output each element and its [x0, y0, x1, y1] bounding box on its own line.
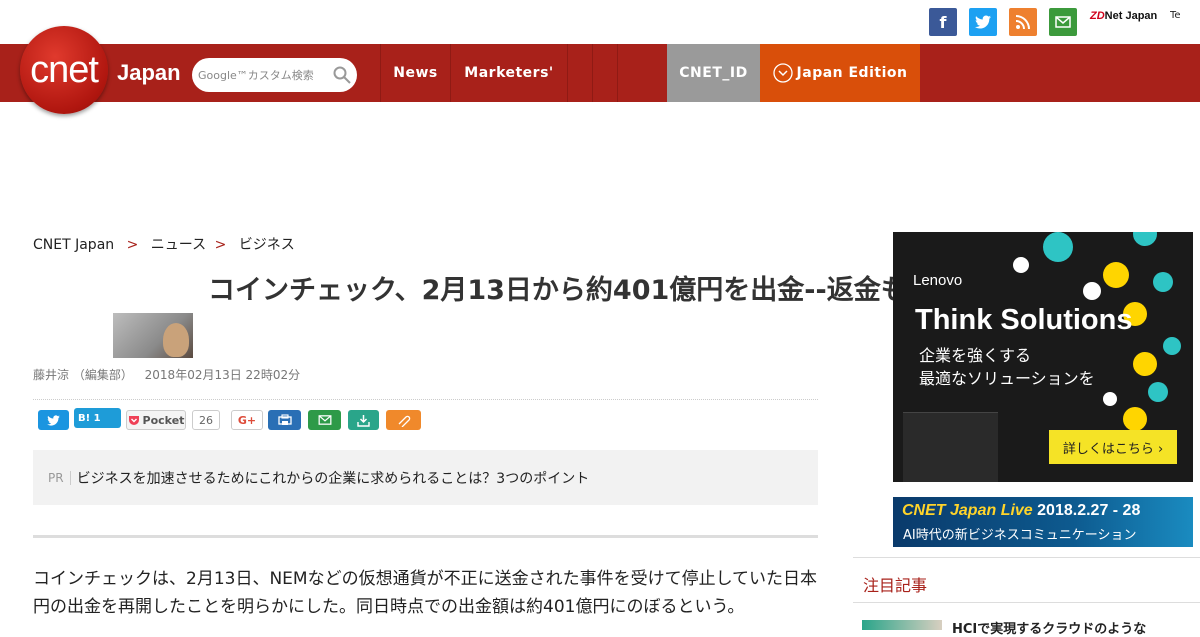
lenovo-brand: Lenovo — [913, 272, 963, 289]
article-meta: 藤井涼 （編集部） 2018年02月13日 22時02分 — [33, 366, 300, 383]
pocket-icon — [128, 415, 139, 425]
sidebar-thumbnail[interactable] — [862, 620, 942, 630]
share-twitter-button[interactable] — [38, 410, 69, 430]
pr-tag: PR — [48, 470, 71, 485]
live-sub: AI時代の新ビジネスコミュニケーション — [903, 528, 1137, 543]
nav-item-4[interactable] — [592, 44, 617, 102]
divider — [33, 535, 818, 538]
nav-marketers[interactable]: Marketers' — [450, 44, 567, 102]
zdnet-logo[interactable]: ZDNet Japan — [1090, 10, 1157, 22]
facebook-icon[interactable]: f — [929, 8, 957, 36]
divider — [33, 399, 818, 400]
lenovo-headline: Think Solutions — [915, 304, 1133, 336]
sidebar-section-title: 注目記事 — [853, 557, 1200, 603]
mail-icon — [318, 415, 331, 425]
pocket-label: Pocket — [142, 413, 185, 427]
breadcrumb-separator: > — [126, 237, 139, 253]
edition-button[interactable]: Japan Edition — [760, 44, 920, 102]
twitter-icon — [47, 414, 60, 426]
nav-news[interactable]: News — [380, 44, 450, 102]
techrepublic-logo[interactable]: Te — [1170, 10, 1200, 21]
live-date: 2018.2.27 - 28 — [1037, 502, 1141, 519]
lenovo-ad[interactable]: Lenovo Think Solutions 企業を強くする 最適なソリューショ… — [893, 232, 1193, 482]
share-pocket-button[interactable]: Pocket — [126, 410, 186, 430]
author-name[interactable]: 藤井涼 （編集部） — [33, 368, 133, 382]
share-gplus-button[interactable]: G+ — [231, 410, 263, 430]
nav-item-3[interactable] — [567, 44, 592, 102]
chevron-down-icon — [772, 63, 793, 83]
article-title: コインチェック、2月13日から約401億円を出金--返金も検討中 — [208, 275, 989, 306]
cnet-live-ad[interactable]: CNET Japan Live 2018.2.27 - 28 AI時代の新ビジネ… — [893, 497, 1193, 547]
live-headline: CNET Japan Live 2018.2.27 - 28 — [902, 502, 1140, 520]
pr-box[interactable]: PR ビジネスを加速させるためにこれからの企業に求められることは？3つのポイント — [33, 450, 818, 505]
clip-button[interactable] — [386, 410, 421, 430]
search-input[interactable]: Google™カスタム検索 — [192, 58, 357, 92]
sidebar-item-link[interactable]: HCIで実現するクラウドのような — [952, 618, 1146, 637]
logo-suffix[interactable]: Japan — [117, 60, 181, 86]
print-button[interactable] — [268, 410, 301, 430]
pocket-count: 26 — [192, 410, 220, 430]
edition-label: Japan Edition — [796, 65, 908, 81]
nav-item-5[interactable] — [617, 44, 667, 102]
cnet-logo[interactable]: cnet — [20, 26, 108, 114]
breadcrumb-home[interactable]: CNET Japan — [33, 237, 114, 253]
lenovo-sub: 企業を強くする 最適なソリューションを — [919, 344, 1095, 390]
top-bar: f ZDNet Japan Te — [0, 0, 1200, 44]
live-name: CNET Japan Live — [902, 502, 1033, 519]
rss-icon[interactable] — [1009, 8, 1037, 36]
cnet-id-button[interactable]: CNET_ID — [667, 44, 760, 102]
search-placeholder: Google™カスタム検索 — [198, 69, 314, 82]
breadcrumb-news[interactable]: ニュース — [151, 237, 206, 253]
article-body: コインチェックは、2月13日、NEMなどの仮想通貨が不正に送金された事件を受けて… — [33, 569, 818, 617]
pr-link[interactable]: ビジネスを加速させるためにこれからの企業に求められることは？3つのポイント — [77, 468, 590, 488]
lenovo-cta-button[interactable]: 詳しくはこちら › — [1049, 430, 1177, 464]
publish-date: 2018年02月13日 22時02分 — [144, 368, 301, 382]
breadcrumb: CNET Japan > ニュース > ビジネス — [33, 234, 295, 254]
twitter-icon[interactable] — [969, 8, 997, 36]
author-photo — [113, 313, 193, 358]
lenovo-sub-line1: 企業を強くする — [919, 346, 1032, 365]
save-button[interactable] — [348, 410, 379, 430]
mail-share-button[interactable] — [308, 410, 341, 430]
top-ad-space — [0, 102, 1200, 222]
breadcrumb-separator: > — [214, 237, 227, 253]
mail-icon[interactable] — [1049, 8, 1077, 36]
lenovo-sub-line2: 最適なソリューションを — [919, 369, 1095, 388]
paperclip-icon — [398, 415, 410, 427]
search-icon[interactable] — [333, 66, 351, 84]
download-icon — [357, 414, 370, 427]
share-hatena-button[interactable]: B! 1 — [74, 408, 121, 428]
breadcrumb-business[interactable]: ビジネス — [239, 237, 295, 253]
print-icon — [277, 414, 292, 425]
